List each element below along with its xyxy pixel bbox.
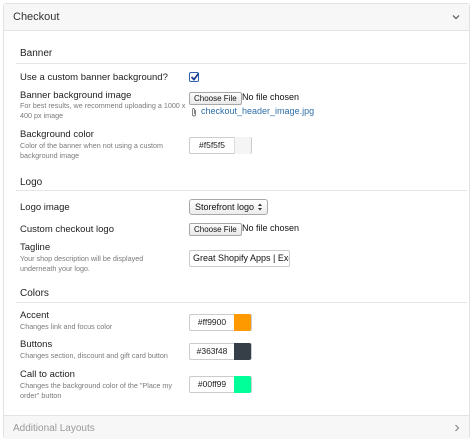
- call-to-action-help: Changes the background color of the "Pla…: [20, 381, 172, 400]
- background-color-hex: #f5f5f5: [199, 140, 225, 150]
- buttons-color-swatch[interactable]: [234, 343, 251, 360]
- colors-group-title: Colors: [20, 288, 49, 299]
- banner-bg-image-help: For best results, we recommend uploading…: [20, 101, 186, 120]
- accent-label: Accent: [20, 310, 50, 321]
- banner-group-title: Banner: [20, 48, 53, 59]
- accent-color-input[interactable]: #ff9900: [189, 314, 252, 331]
- checkout-section-header[interactable]: Checkout: [4, 4, 469, 31]
- accent-color-hex: #ff9900: [197, 317, 227, 327]
- banner-choose-file-button[interactable]: Choose File: [189, 92, 242, 105]
- buttons-color-input[interactable]: #363f48: [189, 343, 252, 360]
- logo-choose-file-button[interactable]: Choose File: [189, 223, 242, 236]
- call-to-action-label: Call to action: [20, 369, 75, 380]
- banner-no-file-text: No file chosen: [242, 92, 300, 102]
- tagline-label: Tagline: [20, 242, 51, 253]
- tagline-help: Your shop description will be displayed …: [20, 254, 144, 273]
- chevron-down-icon: [452, 15, 460, 20]
- banner-bg-image-label: Banner background image: [20, 90, 132, 101]
- background-color-label: Background color: [20, 129, 94, 140]
- checkout-settings-panel: Checkout Banner Use a custom banner back…: [3, 3, 470, 439]
- logo-no-file-text: No file chosen: [242, 223, 300, 233]
- logo-group-title: Logo: [20, 177, 43, 188]
- accent-help: Changes link and focus color: [20, 322, 113, 331]
- buttons-label: Buttons: [20, 339, 53, 350]
- additional-layouts-title: Additional Layouts: [13, 423, 95, 434]
- colors-divider: [16, 302, 467, 303]
- logo-divider: [16, 190, 467, 191]
- background-color-input[interactable]: #f5f5f5: [189, 137, 252, 154]
- call-to-action-color-swatch[interactable]: [234, 376, 251, 393]
- custom-banner-bg-label: Use a custom banner background?: [20, 72, 168, 83]
- select-arrows-icon: [258, 203, 262, 211]
- chevron-right-icon: [455, 424, 460, 432]
- accent-color-swatch[interactable]: [234, 314, 251, 331]
- custom-banner-bg-checkbox[interactable]: [189, 72, 200, 82]
- custom-checkout-logo-label: Custom checkout logo: [20, 224, 114, 235]
- call-to-action-color-input[interactable]: #00ff99: [189, 376, 252, 393]
- additional-layouts-section-header[interactable]: Additional Layouts: [4, 415, 469, 439]
- logo-image-select[interactable]: Storefront logo: [189, 199, 268, 215]
- buttons-help: Changes section, discount and gift card …: [20, 351, 168, 360]
- paperclip-icon: [192, 108, 196, 117]
- logo-image-selected-value: Storefront logo: [195, 202, 255, 212]
- background-color-swatch[interactable]: [234, 137, 251, 154]
- checkmark-icon: [190, 72, 200, 81]
- banner-divider: [16, 63, 467, 64]
- banner-attached-file-link[interactable]: checkout_header_image.jpg: [201, 106, 314, 116]
- tagline-input[interactable]: Great Shopify Apps | Exc: [189, 250, 290, 267]
- call-to-action-color-hex: #00ff99: [197, 379, 227, 389]
- background-color-help: Color of the banner when not using a cus…: [20, 141, 164, 160]
- section-title: Checkout: [13, 11, 60, 23]
- logo-image-label: Logo image: [20, 202, 70, 213]
- buttons-color-hex: #363f48: [196, 346, 228, 356]
